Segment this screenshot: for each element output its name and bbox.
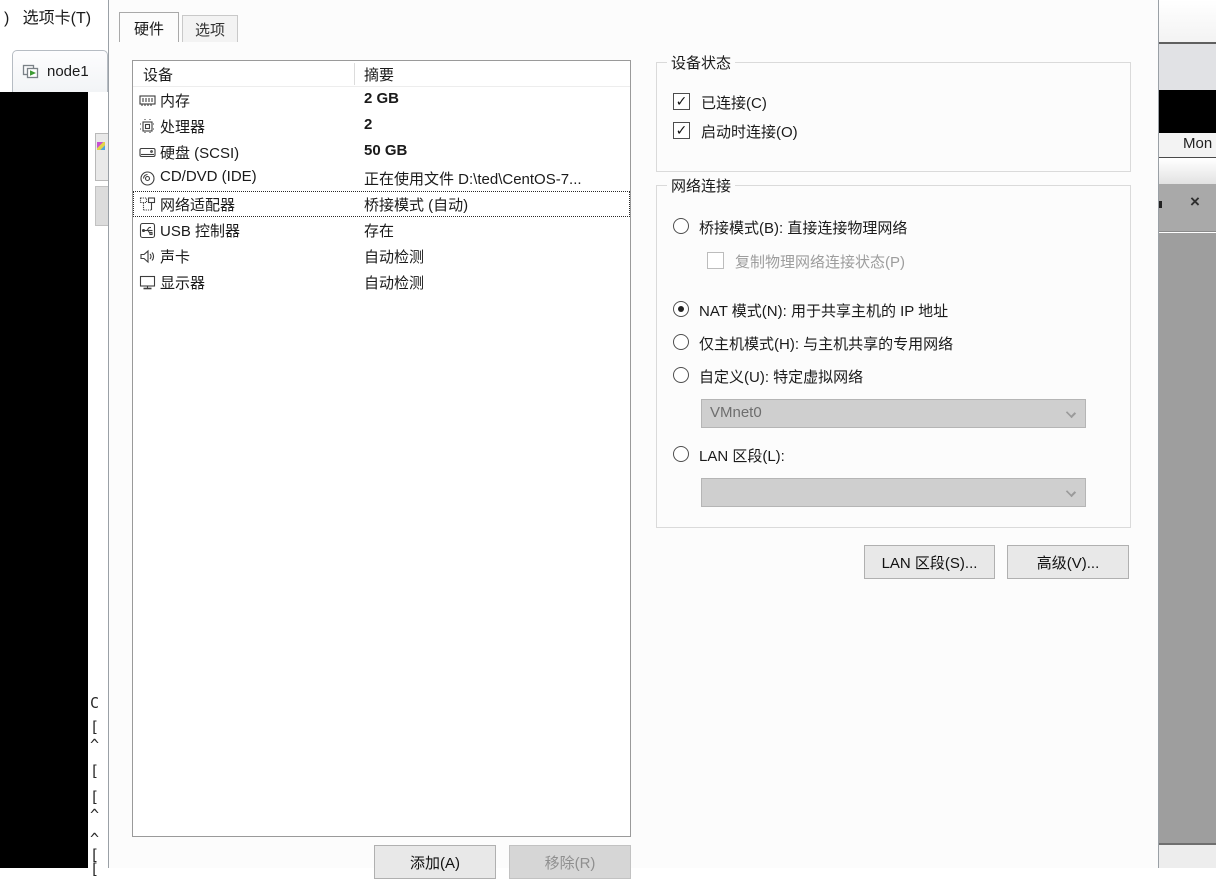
vm-settings-dialog: 硬件 选项 设备 摘要 内存 2 GB 处理器 2 硬盘 (SCSI) xyxy=(108,0,1159,868)
display-icon xyxy=(139,274,156,291)
background-toolbar-fragment xyxy=(95,133,109,181)
device-name: 声卡 xyxy=(160,246,190,267)
bridged-label[interactable]: 桥接模式(B): 直接连接物理网络 xyxy=(699,217,907,238)
device-name: 处理器 xyxy=(160,116,205,137)
vm-tab-label: node1 xyxy=(47,63,89,80)
lan-segment-label[interactable]: LAN 区段(L): xyxy=(699,445,785,466)
sound-icon xyxy=(139,248,156,265)
guest-window-titlebar xyxy=(1159,159,1216,184)
device-summary: 存在 xyxy=(364,220,394,241)
nat-radio[interactable] xyxy=(673,301,689,317)
device-row-sound-card[interactable]: 声卡 自动检测 xyxy=(133,243,630,269)
group-title: 设备状态 xyxy=(667,52,735,73)
device-row-network-adapter[interactable]: 网络适配器 桥接模式 (自动) xyxy=(133,191,630,217)
network-adapter-icon xyxy=(139,196,156,213)
device-name: CD/DVD (IDE) xyxy=(160,168,257,185)
vm-console-black-area xyxy=(0,92,88,868)
background-app-icon xyxy=(97,142,105,150)
background-toolbar-fragment-2 xyxy=(95,186,109,226)
device-row-harddisk[interactable]: 硬盘 (SCSI) 50 GB xyxy=(133,139,630,165)
tab-hardware[interactable]: 硬件 xyxy=(119,12,179,42)
device-row-memory[interactable]: 内存 2 GB xyxy=(133,87,630,113)
device-summary: 自动检测 xyxy=(364,272,424,293)
device-name: 硬盘 (SCSI) xyxy=(160,142,239,163)
chevron-down-icon xyxy=(1066,487,1076,497)
console-text-fragment: ^ xyxy=(90,806,108,824)
group-title: 网络连接 xyxy=(667,175,735,196)
lan-segment-radio[interactable] xyxy=(673,446,689,462)
guest-panel xyxy=(1159,44,1216,90)
remove-button: 移除(R) xyxy=(509,845,631,879)
guest-window-body xyxy=(1159,233,1216,843)
console-text-fragment: [ xyxy=(90,860,108,878)
connect-at-power-on-label[interactable]: 启动时连接(O) xyxy=(701,121,798,142)
device-name: 网络适配器 xyxy=(160,194,235,215)
guest-black-band xyxy=(1159,90,1216,133)
guest-button-fragment xyxy=(1159,201,1162,208)
usb-icon xyxy=(139,222,156,239)
console-text-fragment: ^ xyxy=(90,736,108,754)
harddisk-icon xyxy=(139,144,156,161)
device-name: 内存 xyxy=(160,90,190,111)
console-text-fragment: [ xyxy=(90,762,108,780)
custom-network-select: VMnet0 xyxy=(701,399,1086,428)
cd-dvd-icon xyxy=(139,170,156,187)
menubar-fragment[interactable]: ) 选项卡(T) xyxy=(4,4,91,28)
device-summary: 2 GB xyxy=(364,90,399,107)
device-list-header: 设备 摘要 xyxy=(133,61,630,87)
chevron-down-icon xyxy=(1066,408,1076,418)
connected-label[interactable]: 已连接(C) xyxy=(701,92,767,113)
guest-window-toolbar xyxy=(1159,184,1216,232)
column-header-summary[interactable]: 摘要 xyxy=(364,64,394,85)
device-status-group: 设备状态 xyxy=(656,62,1131,172)
guest-menubar: Mon xyxy=(1159,133,1216,158)
console-text-fragment: [ xyxy=(90,788,108,806)
column-divider[interactable] xyxy=(354,63,355,85)
replicate-connection-checkbox xyxy=(707,252,724,269)
processor-icon xyxy=(139,118,156,135)
lan-segments-button[interactable]: LAN 区段(S)... xyxy=(864,545,995,579)
guest-bottom-bar xyxy=(1159,845,1216,868)
guest-clock: Mon xyxy=(1183,135,1212,152)
device-row-processor[interactable]: 处理器 2 xyxy=(133,113,630,139)
column-header-device[interactable]: 设备 xyxy=(143,64,173,85)
custom-label[interactable]: 自定义(U): 特定虚拟网络 xyxy=(699,366,863,387)
lan-segment-select xyxy=(701,478,1086,507)
close-icon[interactable]: × xyxy=(1190,192,1200,212)
device-summary: 50 GB xyxy=(364,142,407,159)
replicate-connection-label: 复制物理网络连接状态(P) xyxy=(735,251,905,272)
device-name: 显示器 xyxy=(160,272,205,293)
console-text-fragment: [ xyxy=(90,718,108,736)
bridged-radio[interactable] xyxy=(673,218,689,234)
add-button[interactable]: 添加(A) xyxy=(374,845,496,879)
tab-options[interactable]: 选项 xyxy=(182,15,238,42)
device-name: USB 控制器 xyxy=(160,220,240,241)
custom-network-value: VMnet0 xyxy=(710,404,762,421)
device-list[interactable]: 设备 摘要 内存 2 GB 处理器 2 硬盘 (SCSI) 50 GB xyxy=(132,60,631,837)
host-only-radio[interactable] xyxy=(673,334,689,350)
memory-icon xyxy=(139,92,156,109)
device-summary: 2 xyxy=(364,116,372,133)
vm-tab-node1[interactable]: node1 xyxy=(12,50,108,92)
connect-at-power-on-checkbox[interactable]: ✓ xyxy=(673,122,690,139)
device-row-cd-dvd[interactable]: CD/DVD (IDE) 正在使用文件 D:\ted\CentOS-7... xyxy=(133,165,630,191)
device-summary: 正在使用文件 D:\ted\CentOS-7... xyxy=(364,168,582,189)
device-summary: 桥接模式 (自动) xyxy=(364,194,468,215)
vm-icon xyxy=(21,64,41,80)
nat-label[interactable]: NAT 模式(N): 用于共享主机的 IP 地址 xyxy=(699,300,948,321)
connected-checkbox[interactable]: ✓ xyxy=(673,93,690,110)
guest-screen-top xyxy=(1159,0,1216,42)
console-text-fragment: C xyxy=(90,694,108,712)
host-only-label[interactable]: 仅主机模式(H): 与主机共享的专用网络 xyxy=(699,333,953,354)
custom-radio[interactable] xyxy=(673,367,689,383)
device-summary: 自动检测 xyxy=(364,246,424,267)
device-row-display[interactable]: 显示器 自动检测 xyxy=(133,269,630,295)
advanced-button[interactable]: 高级(V)... xyxy=(1007,545,1129,579)
device-row-usb-controller[interactable]: USB 控制器 存在 xyxy=(133,217,630,243)
